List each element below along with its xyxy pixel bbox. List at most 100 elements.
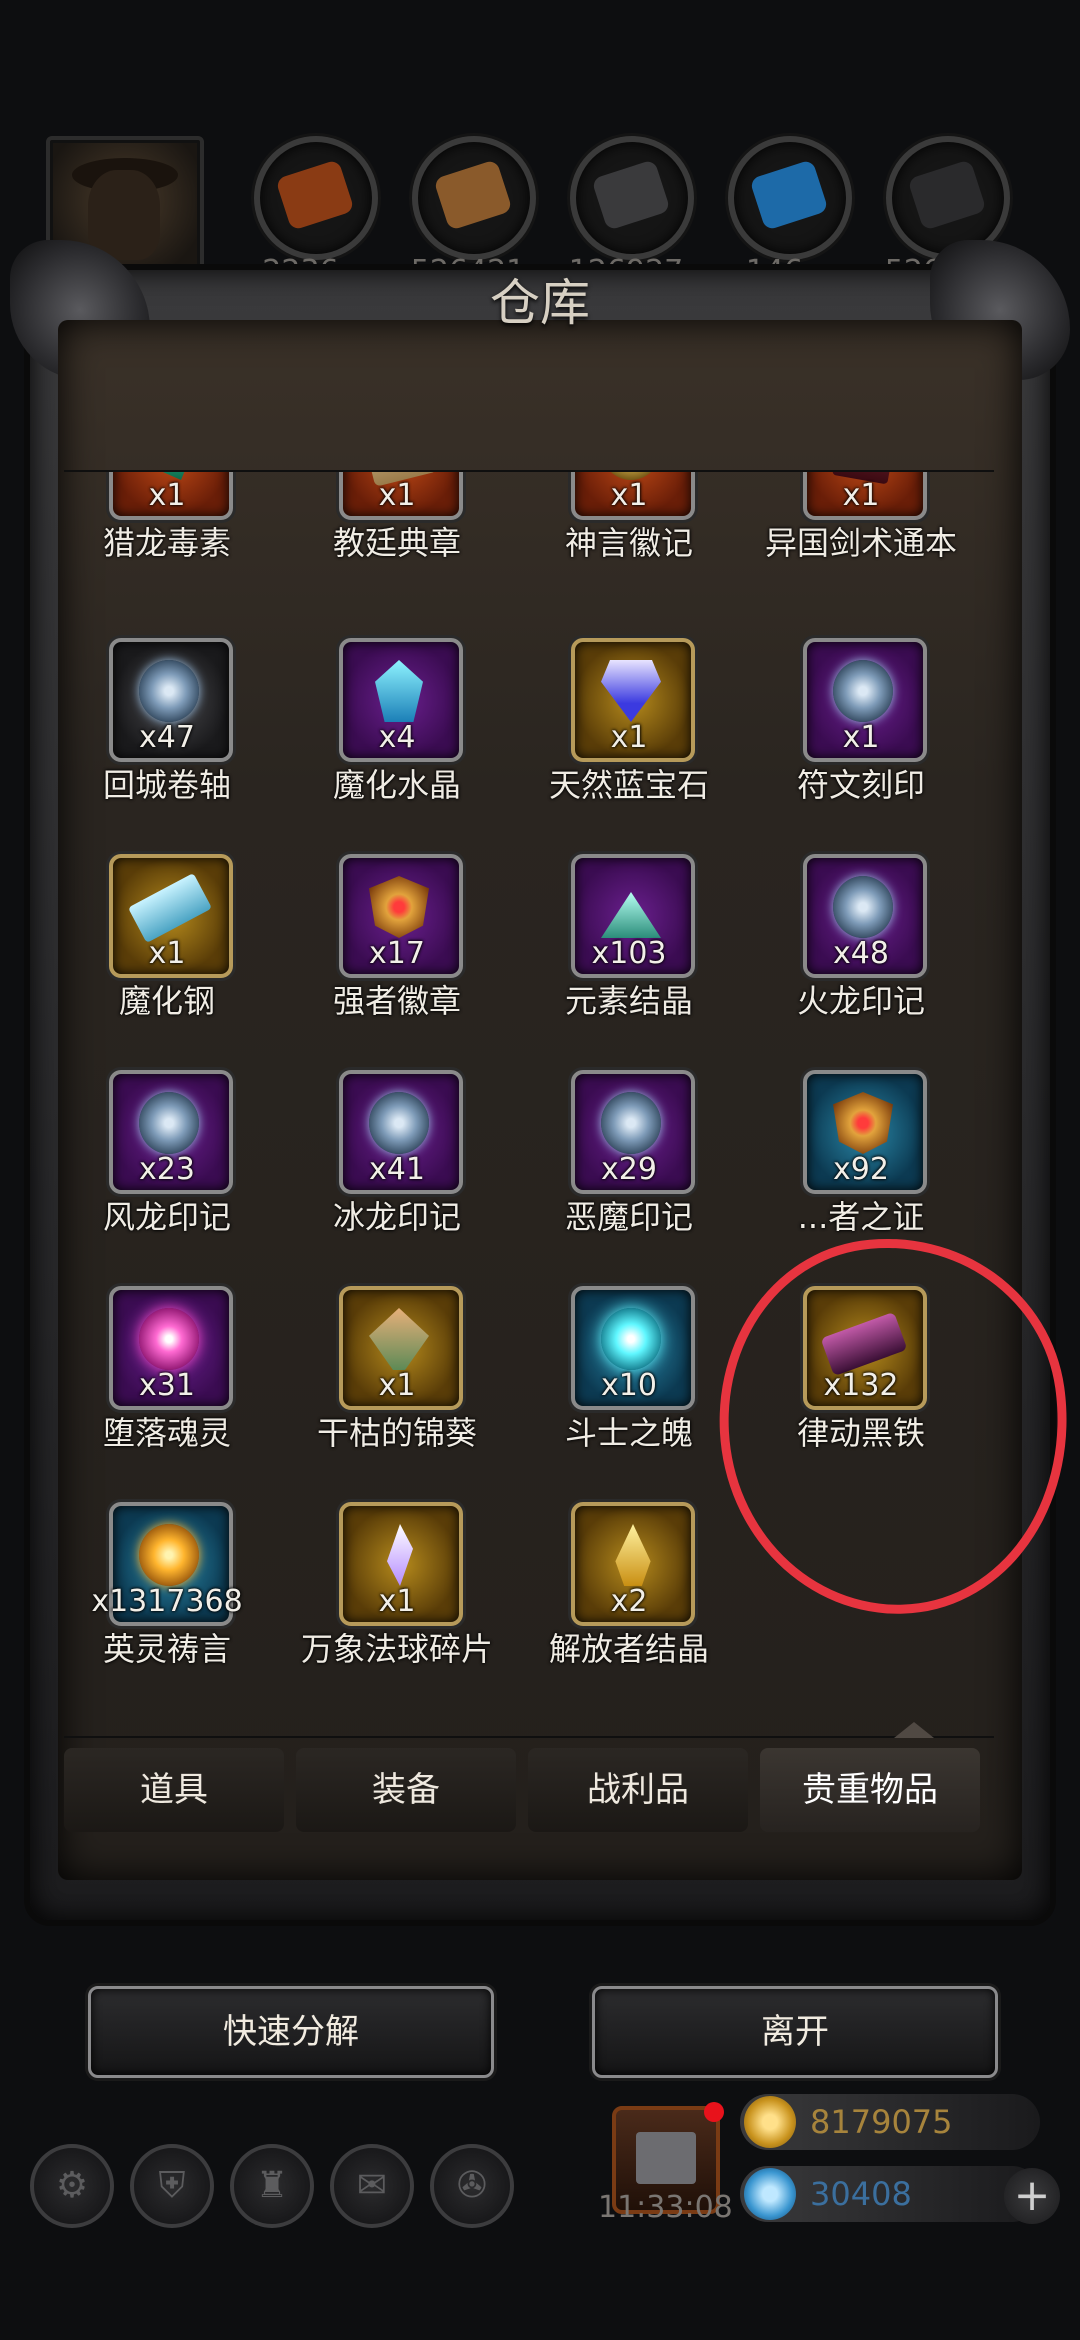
leaf-icon [369,1308,429,1370]
item-quantity: x1 [610,720,648,755]
avatar-face [88,170,160,260]
settings-icon[interactable]: ⚙ [30,2144,114,2228]
leave-button[interactable]: 离开 [592,1986,998,2078]
gift-icon [636,2132,696,2184]
item-name: 冰龙印记 [332,1198,461,1236]
gem-balance: 30408 [740,2166,1040,2222]
inventory-item[interactable]: x1 干枯的锦葵 [294,1286,514,1486]
item-quantity: x1317368 [91,1584,243,1619]
swirl-icon [369,1092,429,1154]
mail-icon[interactable]: ✉ [330,2144,414,2228]
orb-pink-icon [139,1308,199,1370]
item-quantity: x1 [148,478,186,513]
shield-icon[interactable]: ⛨ [130,2144,214,2228]
item-name: 火龙印记 [796,982,925,1020]
item-quantity: x1 [378,1584,416,1619]
item-name: 万象法球碎片 [300,1630,493,1668]
badge-icon [833,1092,893,1154]
swirl-icon [601,1092,661,1154]
wood-icon[interactable] [412,136,536,260]
item-name: 恶魔印记 [564,1198,693,1236]
inventory-item[interactable]: x10 斗士之魄 [526,1286,746,1486]
inventory-item[interactable]: x1317368 英灵祷言 [64,1502,284,1702]
inventory-item[interactable]: x103 元素结晶 [526,854,746,1054]
resource-bar: 2236.. 526421 126927 146.. 526835 [0,130,1080,294]
item-quantity: x1 [610,478,648,513]
inventory-item[interactable]: x1 万象法球碎片 [294,1502,514,1702]
item-name: 魔化钢 [118,982,215,1020]
item-name: 回城卷轴 [102,766,231,804]
inventory-item[interactable]: x48 火龙印记 [758,854,978,1054]
item-name: 堕落魂灵 [102,1414,231,1452]
swirl-icon [139,660,199,722]
inventory-item[interactable]: x2 解放者结晶 [526,1502,746,1702]
orb-gold-icon [139,1524,199,1586]
inventory-item[interactable]: x1 魔化钢 [64,854,284,1054]
category-tabs: 道具 装备 战利品 贵重物品 [64,1722,994,1842]
inventory-item[interactable]: x41 冰龙印记 [294,1070,514,1270]
inventory-item[interactable]: x1 猎龙毒素 [64,472,284,596]
inventory-item[interactable]: x1 异国剑术通本 [758,472,978,596]
inventory-item[interactable]: x1 神言徽记 [526,472,746,596]
shard-icon [387,1524,413,1586]
item-name: 元素结晶 [564,982,693,1020]
gem-icon [601,660,661,722]
swirl-icon [833,660,893,722]
item-quantity: x1 [842,720,880,755]
inventory-item[interactable]: x1 教廷典章 [294,472,514,596]
crystal-icon[interactable] [728,136,852,260]
inventory-item[interactable]: x17 强者徽章 [294,854,514,1054]
badge-icon [369,876,429,938]
item-quantity: x1 [842,478,880,513]
pyramid-icon [601,892,661,938]
item-quantity: x10 [601,1368,657,1403]
quick-decompose-button[interactable]: 快速分解 [88,1986,494,2078]
inventory-item[interactable]: x1 天然蓝宝石 [526,638,746,838]
item-quantity: x23 [139,1152,195,1187]
leather-icon[interactable] [254,136,378,260]
item-quantity: x17 [369,936,425,971]
item-name: 英灵祷言 [102,1630,231,1668]
inventory-item[interactable]: x23 风龙印记 [64,1070,284,1270]
panel-title: 仓库 [490,274,590,332]
item-quantity: x29 [601,1152,657,1187]
inventory-item[interactable]: x4 魔化水晶 [294,638,514,838]
item-name: 强者徽章 [332,982,461,1020]
item-name: 异国剑术通本 [764,524,957,562]
tab-loot[interactable]: 战利品 [528,1748,748,1832]
iron-ore-icon[interactable] [570,136,694,260]
clock-text: 11:33:08 [598,2190,733,2225]
add-currency-button[interactable]: + [1004,2168,1060,2224]
gold-coin-icon [744,2096,796,2148]
item-quantity: x4 [378,720,416,755]
item-quantity: x1 [378,1368,416,1403]
item-quantity: x41 [369,1152,425,1187]
item-name: 符文刻印 [796,766,925,804]
item-name: 天然蓝宝石 [548,766,709,804]
tab-equipment[interactable]: 装备 [296,1748,516,1832]
item-quantity: x92 [833,1152,889,1187]
item-quantity: x2 [610,1584,648,1619]
item-name: 猎龙毒素 [102,524,231,562]
swirl-icon [833,876,893,938]
inventory-item[interactable]: x29 恶魔印记 [526,1070,746,1270]
item-quantity: x1 [148,936,186,971]
inventory-item[interactable]: x47 回城卷轴 [64,638,284,838]
tab-items[interactable]: 道具 [64,1748,284,1832]
item-name: 解放者结晶 [548,1630,709,1668]
item-name: 风龙印记 [102,1198,231,1236]
item-quantity: x48 [833,936,889,971]
inventory-item[interactable]: x31 堕落魂灵 [64,1286,284,1486]
item-quantity: x47 [139,720,195,755]
scroll-icon[interactable]: ✇ [430,2144,514,2228]
inventory-item[interactable]: x1 符文刻印 [758,638,978,838]
item-name: 魔化水晶 [332,766,461,804]
gem-amount: 30408 [810,2175,912,2213]
notification-dot [704,2102,724,2122]
tab-valuables[interactable]: 贵重物品 [760,1748,980,1832]
gold-balance: 8179075 [740,2094,1040,2150]
item-name: 教廷典章 [332,524,461,562]
swirl-icon [139,1092,199,1154]
flame-icon [615,1524,651,1586]
castle-icon[interactable]: ♜ [230,2144,314,2228]
